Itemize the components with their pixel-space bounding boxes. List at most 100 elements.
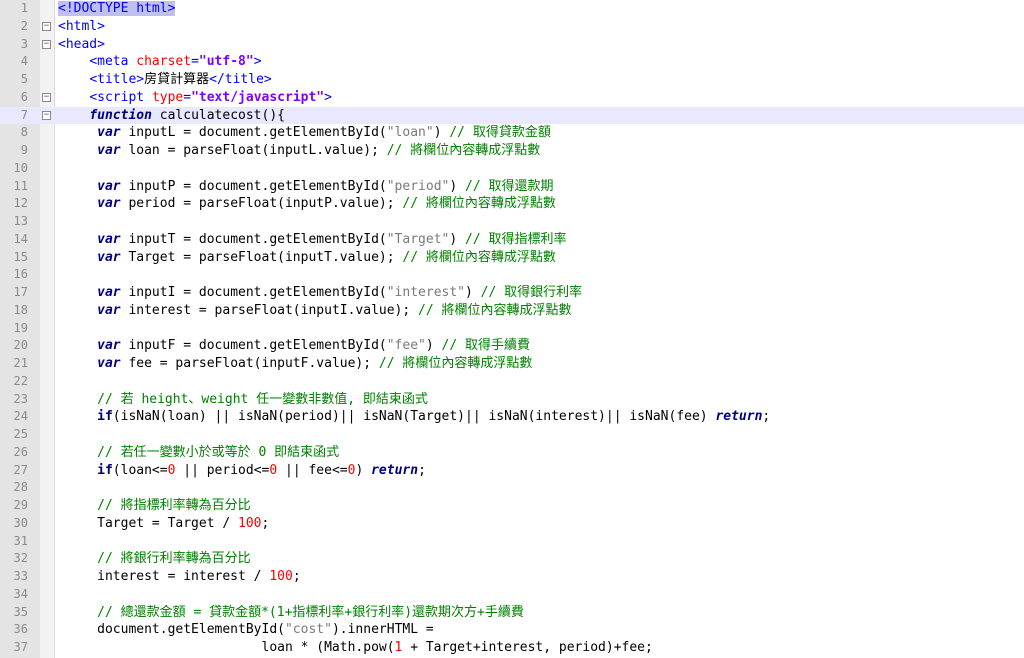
code-text[interactable]: var inputT = document.getElementById("Ta…: [58, 231, 567, 249]
code-line[interactable]: 23 // 若 height、weight 任一變數非數值, 即結束函式: [0, 391, 1024, 409]
code-line[interactable]: 6 − <script type="text/javascript">: [0, 89, 1024, 107]
code-token: <head>: [58, 36, 105, 52]
code-line[interactable]: 19: [0, 320, 1024, 338]
code-text[interactable]: var inputP = document.getElementById("pe…: [58, 178, 554, 196]
code-line[interactable]: 1 <!DOCTYPE html>: [0, 0, 1024, 18]
code-line[interactable]: 12 var period = parseFloat(inputP.value)…: [0, 195, 1024, 213]
code-line[interactable]: 4 <meta charset="utf-8">: [0, 53, 1024, 71]
code-text[interactable]: <title>房貸計算器</title>: [58, 71, 272, 89]
code-text[interactable]: // 將銀行利率轉為百分比: [58, 550, 250, 568]
code-token: return: [371, 462, 419, 478]
code-line[interactable]: 10: [0, 160, 1024, 178]
code-line[interactable]: 9 var loan = parseFloat(inputL.value); /…: [0, 142, 1024, 160]
code-line[interactable]: 15 var Target = parseFloat(inputT.value)…: [0, 249, 1024, 267]
line-number: 32: [13, 551, 28, 566]
code-line[interactable]: 37 loan * (Math.pow(1 + Target+interest,…: [0, 639, 1024, 657]
code-text[interactable]: <head>: [58, 36, 105, 54]
code-token: return: [715, 409, 763, 425]
line-number: 5: [20, 72, 28, 86]
code-token: inputF = document.getElementById(: [120, 338, 387, 354]
code-text[interactable]: var period = parseFloat(inputP.value); /…: [58, 195, 556, 213]
code-line[interactable]: 25: [0, 426, 1024, 444]
code-line[interactable]: 35 // 總還款金額 = 貸款金額*(1+指標利率+銀行利率)還款期次方+手續…: [0, 604, 1024, 622]
code-line[interactable]: 28: [0, 479, 1024, 497]
code-text[interactable]: <script type="text/javascript">: [58, 89, 332, 107]
code-text[interactable]: var Target = parseFloat(inputT.value); /…: [58, 249, 556, 267]
code-text[interactable]: if(loan<=0 || period<=0 || fee<=0) retur…: [58, 462, 426, 480]
code-text[interactable]: var inputF = document.getElementById("fe…: [58, 337, 530, 355]
line-number: 20: [13, 338, 28, 353]
code-line[interactable]: 8 var inputL = document.getElementById("…: [0, 124, 1024, 142]
code-text[interactable]: Target = Target / 100;: [58, 515, 269, 533]
code-line[interactable]: 7 − function calculatecost(){: [0, 106, 1024, 125]
code-text[interactable]: function calculatecost(){: [58, 107, 285, 125]
line-number: 28: [13, 480, 28, 495]
code-text[interactable]: var fee = parseFloat(inputF.value); // 將…: [58, 355, 532, 373]
code-token: >: [324, 89, 332, 105]
code-token: // 取得銀行利率: [480, 285, 583, 300]
code-text[interactable]: var inputL = document.getElementById("lo…: [58, 124, 551, 142]
line-number: 6: [20, 89, 28, 104]
code-line[interactable]: 36 document.getElementById("cost").inner…: [0, 621, 1024, 639]
code-text[interactable]: <html>: [58, 18, 105, 36]
code-text[interactable]: <!DOCTYPE html>: [58, 0, 176, 18]
code-token: inputI = document.getElementById(: [120, 285, 387, 300]
code-text[interactable]: // 將指標利率轉為百分比: [58, 497, 250, 515]
code-line[interactable]: 2 − <html>: [0, 18, 1024, 36]
code-area[interactable]: 1 <!DOCTYPE html> 2− <html> 3− <head> 4 <meta …: [0, 0, 1024, 657]
code-line[interactable]: 33 interest = interest / 100;: [0, 568, 1024, 586]
code-token: </title>: [209, 72, 272, 87]
code-line[interactable]: 31: [0, 533, 1024, 551]
fold-toggle-icon[interactable]: −: [42, 39, 51, 49]
code-line[interactable]: 11 var inputP = document.getElementById(…: [0, 178, 1024, 196]
code-line[interactable]: 22: [0, 373, 1024, 391]
code-line[interactable]: 3 − <head>: [0, 36, 1024, 54]
code-token: // 取得指標利率: [465, 231, 567, 247]
code-text[interactable]: if(isNaN(loan) || isNaN(period)|| isNaN(…: [58, 408, 770, 426]
fold-toggle-icon[interactable]: −: [42, 21, 51, 31]
code-token: // 將欄位內容轉成浮點數: [386, 143, 541, 158]
code-text[interactable]: // 若 height、weight 任一變數非數值, 即結束函式: [58, 391, 428, 409]
code-text[interactable]: // 總還款金額 = 貸款金額*(1+指標利率+銀行利率)還款期次方+手續費: [58, 604, 524, 622]
fold-toggle-icon[interactable]: −: [42, 110, 51, 120]
code-token: // 取得還款期: [465, 178, 554, 194]
code-line[interactable]: 32 // 將銀行利率轉為百分比: [0, 550, 1024, 568]
code-line[interactable]: 30 Target = Target / 100;: [0, 515, 1024, 533]
code-line[interactable]: 17 var inputI = document.getElementById(…: [0, 284, 1024, 302]
code-text[interactable]: <meta charset="utf-8">: [58, 53, 261, 71]
code-token: // 將欄位內容轉成浮點數: [378, 356, 533, 371]
code-line[interactable]: 29 // 將指標利率轉為百分比: [0, 497, 1024, 515]
code-token: var: [97, 231, 121, 247]
line-number: 8: [20, 125, 28, 140]
code-text[interactable]: // 若任一變數小於或等於 0 即結束函式: [58, 444, 339, 462]
code-token: // 總還款金額 = 貸款金額*(1+指標利率+銀行利率)還款期次方+手續費: [97, 604, 524, 620]
code-token: var: [97, 196, 121, 212]
code-editor[interactable]: 1 <!DOCTYPE html> 2− <html> 3− <head> 4 <meta …: [0, 0, 1024, 658]
code-token: var: [97, 285, 121, 300]
code-token: "cost": [284, 622, 332, 638]
fold-toggle-icon[interactable]: −: [42, 92, 51, 102]
code-token: inputT = document.getElementById(: [120, 231, 387, 247]
code-line[interactable]: 27 if(loan<=0 || period<=0 || fee<=0) re…: [0, 462, 1024, 480]
code-line[interactable]: 14 var inputT = document.getElementById(…: [0, 231, 1024, 249]
code-text[interactable]: var loan = parseFloat(inputL.value); // …: [58, 142, 540, 160]
code-line[interactable]: 24 if(isNaN(loan) || isNaN(period)|| isN…: [0, 408, 1024, 426]
code-line[interactable]: 20 var inputF = document.getElementById(…: [0, 337, 1024, 355]
code-text[interactable]: interest = interest / 100;: [58, 568, 301, 586]
code-token: "loan": [386, 125, 434, 141]
code-text[interactable]: document.getElementById("cost").innerHTM…: [58, 621, 434, 639]
code-token: period = parseFloat(inputP.value);: [120, 196, 403, 212]
code-line[interactable]: 21 var fee = parseFloat(inputF.value); /…: [0, 355, 1024, 373]
code-token: 100: [238, 515, 262, 531]
code-line[interactable]: 26 // 若任一變數小於或等於 0 即結束函式: [0, 444, 1024, 462]
code-line[interactable]: 18 var interest = parseFloat(inputI.valu…: [0, 302, 1024, 320]
code-line[interactable]: 5 <title>房貸計算器</title>: [0, 71, 1024, 89]
code-text[interactable]: loan * (Math.pow(1 + Target+interest, pe…: [58, 639, 652, 657]
code-text[interactable]: var inputI = document.getElementById("in…: [58, 284, 582, 302]
code-line[interactable]: 34: [0, 586, 1024, 604]
code-text[interactable]: var interest = parseFloat(inputI.value);…: [58, 302, 571, 320]
code-line[interactable]: 13: [0, 213, 1024, 231]
code-line[interactable]: 16: [0, 266, 1024, 284]
